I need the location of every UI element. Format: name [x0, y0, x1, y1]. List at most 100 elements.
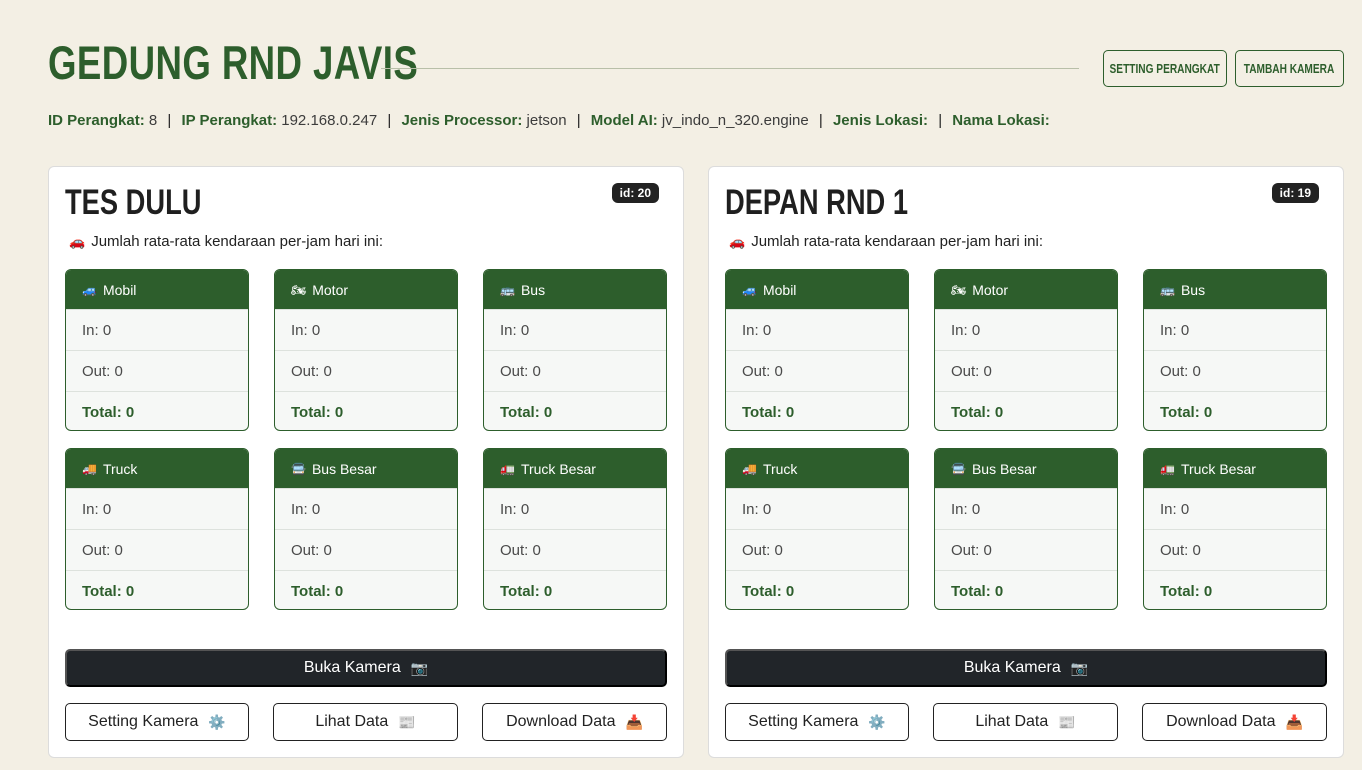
vehicle-in-count: In: 0 [484, 488, 666, 529]
average-text: Jumlah rata-rata kendaraan per-jam hari … [91, 233, 383, 250]
bus-icon: 🚌 [500, 282, 515, 297]
buka-kamera-button[interactable]: Buka Kamera 📷 [725, 649, 1327, 687]
vehicle-in-count: In: 0 [275, 309, 457, 350]
vehicle-in-count: In: 0 [66, 488, 248, 529]
vehicle-label: Mobil [762, 281, 797, 298]
model-ai-label: Model AI: [590, 112, 658, 129]
buka-kamera-button[interactable]: Buka Kamera 📷 [65, 649, 667, 687]
vehicle-card: 🏍 Motor In: 0 Out: 0 Total: 0 [274, 269, 458, 431]
big-truck-icon: 🚛 [500, 461, 515, 476]
camera-actions: Setting Kamera ⚙️ Lihat Data 📰 Download Da… [65, 703, 667, 741]
setting-kamera-label: Setting Kamera [88, 713, 199, 730]
average-text: Jumlah rata-rata kendaraan per-jam hari … [751, 233, 1043, 250]
page-header: GEDUNG RND JAVIS SETTING PERANGKAT TAMBA… [48, 30, 1344, 96]
vehicle-in-count: In: 0 [726, 488, 908, 529]
vehicle-out-count: Out: 0 [66, 350, 248, 391]
camera-icon: 📷 [410, 659, 429, 676]
setting-kamera-button[interactable]: Setting Kamera ⚙️ [725, 703, 909, 741]
vehicle-label: Motor [972, 281, 1009, 298]
vehicle-card-header: 🚚 Truck [726, 449, 908, 488]
motorcycle-icon: 🏍 [951, 282, 967, 297]
download-data-label: Download Data [1166, 713, 1276, 730]
document-icon: 📰 [1058, 713, 1076, 730]
lihat-data-label: Lihat Data [975, 713, 1049, 730]
separator: | [818, 112, 823, 129]
vehicle-out-count: Out: 0 [484, 350, 666, 391]
big-truck-icon: 🚛 [1160, 461, 1175, 476]
id-perangkat-label: ID Perangkat: [48, 112, 145, 129]
title-divider [381, 68, 1079, 69]
camera-panel: DEPAN RND 1 id: 19 🚗 Jumlah rata-rata kenda… [708, 166, 1344, 758]
vehicle-card: 🏍 Motor In: 0 Out: 0 Total: 0 [934, 269, 1118, 431]
vehicle-label: Motor [312, 281, 349, 298]
vehicle-grid: 🚙 Mobil In: 0 Out: 0 Total: 0 🏍 Motor In… [65, 269, 667, 610]
vehicle-total-count: Total: 0 [1144, 570, 1326, 609]
tambah-kamera-button[interactable]: TAMBAH KAMERA [1235, 50, 1344, 87]
vehicle-card: 🚛 Truck Besar In: 0 Out: 0 Total: 0 [483, 448, 667, 610]
lihat-data-button[interactable]: Lihat Data 📰 [273, 703, 458, 741]
vehicle-out-count: Out: 0 [275, 529, 457, 570]
vehicle-total-count: Total: 0 [935, 391, 1117, 430]
vehicle-total-count: Total: 0 [66, 570, 248, 609]
car-icon: 🚗 [69, 233, 86, 249]
separator: | [167, 112, 172, 129]
vehicle-label: Bus Besar [971, 460, 1037, 477]
motorcycle-icon: 🏍 [291, 282, 307, 297]
vehicle-card-header: 🚙 Mobil [726, 270, 908, 309]
vehicle-card: 🚍 Bus Besar In: 0 Out: 0 Total: 0 [934, 448, 1118, 610]
vehicle-card: 🚚 Truck In: 0 Out: 0 Total: 0 [725, 448, 909, 610]
vehicle-card: 🚙 Mobil In: 0 Out: 0 Total: 0 [65, 269, 249, 431]
average-info: 🚗 Jumlah rata-rata kendaraan per-jam hari… [69, 233, 383, 250]
big-bus-icon: 🚍 [291, 461, 306, 476]
id-perangkat-value: 8 [148, 112, 158, 129]
ip-perangkat-label: IP Perangkat: [181, 112, 278, 129]
vehicle-card-header: 🚌 Bus [484, 270, 666, 309]
setting-kamera-button[interactable]: Setting Kamera ⚙️ [65, 703, 249, 741]
vehicle-total-count: Total: 0 [484, 391, 666, 430]
camera-icon: 📷 [1070, 659, 1089, 676]
download-data-button[interactable]: Download Data 📥 [482, 703, 667, 741]
vehicle-in-count: In: 0 [1144, 309, 1326, 350]
buka-kamera-label: Buka Kamera [303, 659, 401, 676]
vehicle-total-count: Total: 0 [935, 570, 1117, 609]
vehicle-out-count: Out: 0 [275, 350, 457, 391]
vehicle-card-header: 🚙 Mobil [66, 270, 248, 309]
vehicle-card-header: 🏍 Motor [275, 270, 457, 309]
vehicle-in-count: In: 0 [66, 309, 248, 350]
download-data-button[interactable]: Download Data 📥 [1142, 703, 1327, 741]
vehicle-out-count: Out: 0 [66, 529, 248, 570]
setting-perangkat-button[interactable]: SETTING PERANGKAT [1103, 50, 1227, 87]
model-ai-value: jv_indo_n_320.engine [661, 112, 809, 129]
setting-kamera-label: Setting Kamera [748, 713, 859, 730]
lihat-data-button[interactable]: Lihat Data 📰 [933, 703, 1118, 741]
vehicle-card: 🚌 Bus In: 0 Out: 0 Total: 0 [483, 269, 667, 431]
separator: | [576, 112, 581, 129]
truck-icon: 🚚 [742, 461, 757, 476]
vehicle-card-header: 🚌 Bus [1144, 270, 1326, 309]
download-data-label: Download Data [506, 713, 616, 730]
vehicle-in-count: In: 0 [935, 309, 1117, 350]
vehicle-out-count: Out: 0 [484, 529, 666, 570]
vehicle-in-count: In: 0 [275, 488, 457, 529]
gear-icon: ⚙️ [868, 713, 886, 730]
vehicle-out-count: Out: 0 [935, 350, 1117, 391]
vehicle-card-header: 🚚 Truck [66, 449, 248, 488]
vehicle-card: 🚚 Truck In: 0 Out: 0 Total: 0 [65, 448, 249, 610]
camera-panel: TES DULU id: 20 🚗 Jumlah rata-rata kendaraa… [48, 166, 684, 758]
average-info: 🚗 Jumlah rata-rata kendaraan per-jam hari… [729, 233, 1043, 250]
vehicle-card: 🚙 Mobil In: 0 Out: 0 Total: 0 [725, 269, 909, 431]
vehicle-label: Bus [520, 281, 546, 298]
lihat-data-label: Lihat Data [315, 713, 389, 730]
ip-perangkat-value: 192.168.0.247 [281, 112, 378, 129]
vehicle-total-count: Total: 0 [275, 391, 457, 430]
vehicle-label: Truck Besar [1180, 460, 1256, 477]
vehicle-card-header: 🚛 Truck Besar [1144, 449, 1326, 488]
vehicle-label: Bus [1180, 281, 1206, 298]
bus-icon: 🚌 [1160, 282, 1175, 297]
device-info-bar: ID Perangkat: 8 | IP Perangkat: 192.168.… [48, 112, 1344, 134]
car-icon: 🚙 [742, 282, 757, 297]
vehicle-total-count: Total: 0 [484, 570, 666, 609]
car-icon: 🚗 [729, 233, 746, 249]
vehicle-total-count: Total: 0 [726, 391, 908, 430]
nama-lokasi-label: Nama Lokasi: [952, 112, 1050, 129]
